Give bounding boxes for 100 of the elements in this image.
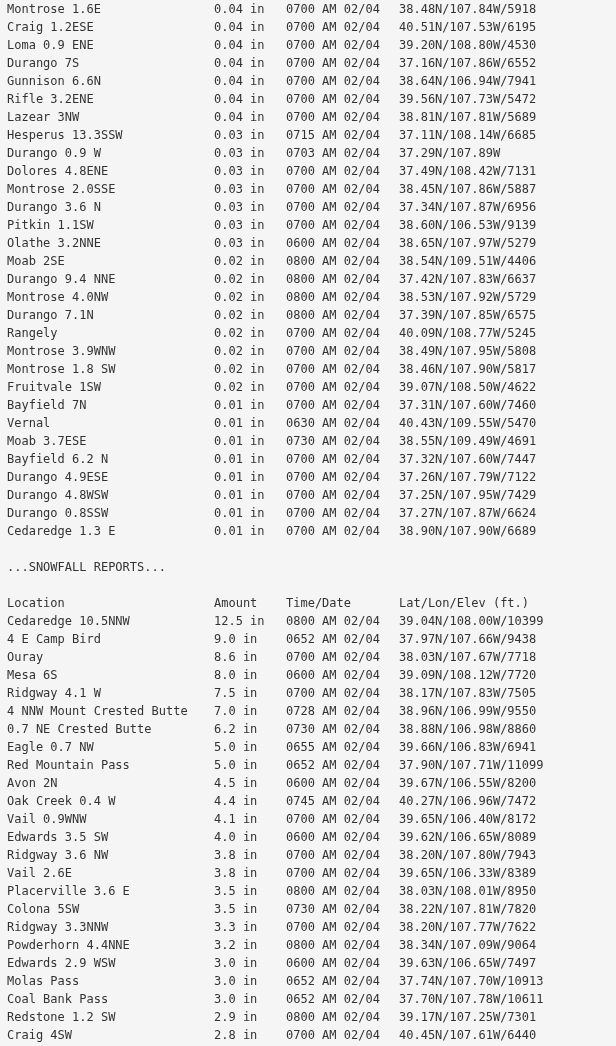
table-cell-text: 37.26N/107.79W/7122 [399,469,538,486]
table-cell-text: 38.90N/107.90W/6689 [399,523,538,540]
table-cell-text: 0600 AM 02/04 [286,775,381,792]
table-cell-text: 40.51N/107.53W/6195 [399,19,538,36]
table-cell-text: 0600 AM 02/04 [286,235,381,252]
table-cell-text: 0.02 in [214,361,266,378]
table-cell-text: 0652 AM 02/04 [286,631,381,648]
table-cell-text: 0.01 in [214,397,266,414]
table-cell-text: 0800 AM 02/04 [286,307,381,324]
table-cell-text: 38.48N/107.84W/5918 [399,1,538,18]
table-cell-text: 0800 AM 02/04 [286,271,381,288]
table-cell-text: 0600 AM 02/04 [286,955,381,972]
table-cell-text: 0700 AM 02/04 [286,73,381,90]
table-cell-text: 0700 AM 02/04 [286,523,381,540]
table-cell-text: 0700 AM 02/04 [286,397,381,414]
table-cell-text: 40.43N/109.55W/5470 [399,415,538,432]
table-cell-text: 0700 AM 02/04 [286,181,381,198]
table-cell-text: 0700 AM 02/04 [286,91,381,108]
table-cell-text: 0730 AM 02/04 [286,721,381,738]
table-cell-text: 0.01 in [214,433,266,450]
table-cell-text: 0.02 in [214,289,266,306]
table-cell-text: 0655 AM 02/04 [286,739,381,756]
table-cell-text: 0.02 in [214,271,266,288]
table-cell-text: 0.02 in [214,343,266,360]
table-cell-text: 4.0 in [214,829,259,846]
table-cell-text: 37.25N/107.95W/7429 [399,487,538,504]
table-cell-text: 3.3 in [214,919,259,936]
table-cell-text: Montrose 3.9WNW [7,343,117,360]
table-cell-text: Bayfield 7N [7,397,88,414]
table-cell-text: 38.88N/106.98W/8860 [399,721,538,738]
table-cell-text: 0.04 in [214,73,266,90]
table-cell-text: Dolores 4.8ENE [7,163,110,180]
table-cell-text: 0700 AM 02/04 [286,325,381,342]
table-cell-text: 38.65N/107.97W/5279 [399,235,538,252]
table-cell-text: 40.45N/107.61W/6440 [399,1027,538,1044]
table-cell-text: 0700 AM 02/04 [286,109,381,126]
table-cell-text: 3.8 in [214,865,259,882]
table-cell-text: Ridgway 4.1 W [7,685,102,702]
table-cell-text: 4 E Camp Bird [7,631,102,648]
table-cell-text: 0800 AM 02/04 [286,1009,381,1026]
table-cell-text: Durango 9.4 NNE [7,271,117,288]
table-cell-text: 0730 AM 02/04 [286,901,381,918]
table-cell-text: Bayfield 6.2 N [7,451,110,468]
table-cell-text: Red Mountain Pass [7,757,131,774]
table-cell-text: 0600 AM 02/04 [286,829,381,846]
table-cell-text: 0.04 in [214,1,266,18]
table-cell-text: 5.0 in [214,739,259,756]
table-cell-text: 0700 AM 02/04 [286,469,381,486]
table-cell-text: 3.0 in [214,991,259,1008]
table-cell-text: Molas Pass [7,973,81,990]
table-cell-text: 0800 AM 02/04 [286,613,381,630]
table-cell-text: 37.90N/107.71W/11099 [399,757,545,774]
table-cell-text: 39.07N/108.50W/4622 [399,379,538,396]
table-cell-text: 0.01 in [214,487,266,504]
table-cell-text: 39.63N/106.65W/7497 [399,955,538,972]
table-cell-text: Ouray [7,649,45,666]
table-cell-text: 0.01 in [214,451,266,468]
table-cell-text: 38.96N/106.99W/9550 [399,703,538,720]
table-cell-text: 0700 AM 02/04 [286,1,381,18]
table-cell-text: Hesperus 13.3SSW [7,127,124,144]
table-cell-text: 0700 AM 02/04 [286,163,381,180]
table-cell-text: 37.32N/107.60W/7447 [399,451,538,468]
table-cell-text: 0700 AM 02/04 [286,217,381,234]
table-cell-text: 38.53N/107.92W/5729 [399,289,538,306]
table-cell-text: 0700 AM 02/04 [286,19,381,36]
table-cell-text: 0730 AM 02/04 [286,433,381,450]
table-cell-text: Craig 4SW [7,1027,74,1044]
table-cell-text: 0.04 in [214,55,266,72]
table-cell-text: 3.5 in [214,883,259,900]
table-cell-text: 0715 AM 02/04 [286,127,381,144]
table-cell-text: 38.17N/107.83W/7505 [399,685,538,702]
table-cell-text: 0700 AM 02/04 [286,649,381,666]
table-cell-text: 0.01 in [214,505,266,522]
table-cell-text: 38.20N/107.80W/7943 [399,847,538,864]
table-cell-text: 0700 AM 02/04 [286,847,381,864]
table-cell-text: Ridgway 3.6 NW [7,847,110,864]
table-cell-text: 4 NNW Mount Crested Butte [7,703,189,720]
table-cell-text: 0700 AM 02/04 [286,685,381,702]
table-cell-text: Mesa 6S [7,667,59,684]
table-cell-text: 0.01 in [214,523,266,540]
table-cell-text: 0.02 in [214,325,266,342]
table-cell-text: Montrose 2.0SSE [7,181,117,198]
table-cell-text: 0.03 in [214,217,266,234]
column-header: Amount [214,595,259,612]
table-cell-text: 0700 AM 02/04 [286,199,381,216]
table-cell-text: 0700 AM 02/04 [286,865,381,882]
table-cell-text: 2.9 in [214,1009,259,1026]
table-cell-text: Gunnison 6.6N [7,73,102,90]
table-cell-text: Placerville 3.6 E [7,883,131,900]
table-cell-text: 0800 AM 02/04 [286,937,381,954]
table-cell-text: 39.66N/106.83W/6941 [399,739,538,756]
table-cell-text: 39.17N/107.25W/7301 [399,1009,538,1026]
table-cell-text: 37.39N/107.85W/6575 [399,307,538,324]
table-cell-text: 0700 AM 02/04 [286,811,381,828]
table-cell-text: 3.8 in [214,847,259,864]
table-cell-text: 0.7 NE Crested Butte [7,721,153,738]
table-cell-text: Durango 3.6 N [7,199,102,216]
table-cell-text: 38.60N/106.53W/9139 [399,217,538,234]
table-cell-text: 0630 AM 02/04 [286,415,381,432]
table-cell-text: 37.97N/107.66W/9438 [399,631,538,648]
